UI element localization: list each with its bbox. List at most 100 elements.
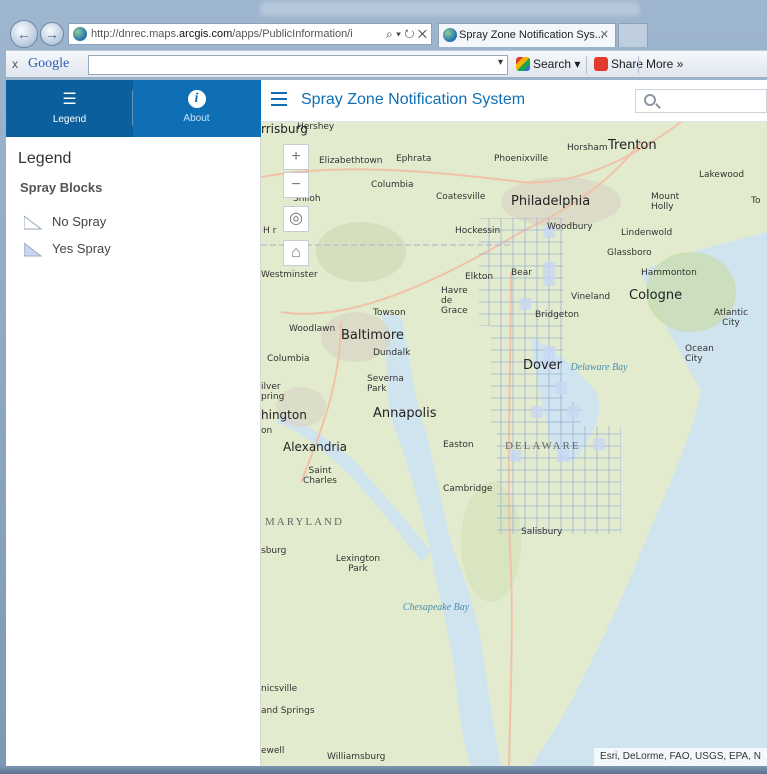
- google-toolbar: x Google ▾ Search ▾ Share More »: [6, 50, 767, 78]
- legend-label: No Spray: [52, 214, 107, 229]
- map-label: Mount Holly: [651, 192, 680, 212]
- share-icon: [594, 57, 608, 71]
- map-label: rrisburg: [261, 122, 308, 136]
- chevron-down-icon[interactable]: ▾: [498, 57, 503, 68]
- map-label: Salisbury: [521, 527, 563, 537]
- locate-icon: ◎: [289, 210, 303, 227]
- map-label: Glassboro: [607, 248, 652, 258]
- tab-legend-label: Legend: [52, 114, 87, 125]
- map-label: Chesapeake Bay: [402, 602, 470, 613]
- map-label: Phoenixville: [494, 154, 549, 164]
- map-view[interactable]: Hershey rrisburg Trenton Horsham Elizabe…: [261, 122, 767, 766]
- map-label: Elizabethtown: [319, 156, 383, 166]
- map-label: Westminster: [261, 270, 318, 280]
- menu-icon[interactable]: [271, 92, 287, 106]
- map-label: To: [751, 196, 761, 206]
- tab-close-icon[interactable]: ✕: [600, 24, 609, 46]
- map-label: Saint Charles: [303, 466, 337, 486]
- map-label: Lexington Park: [335, 554, 381, 574]
- map-label: Ocean City: [685, 344, 714, 364]
- map-label: Alexandria: [283, 440, 348, 454]
- map-label: Bear: [511, 268, 532, 278]
- map-label: Hockessin: [455, 226, 501, 236]
- map-label: Severna Park: [367, 374, 404, 394]
- map-label: Woodbury: [547, 222, 593, 232]
- window-title-bar: [260, 2, 640, 16]
- google-search-icon: [516, 57, 530, 71]
- map-attribution: Esri, DeLorme, FAO, USGS, EPA, N: [594, 748, 767, 766]
- map-label: hington: [261, 408, 307, 422]
- new-tab-button[interactable]: [618, 23, 648, 47]
- map-label: ilver pring: [261, 382, 285, 402]
- search-input[interactable]: [635, 89, 767, 113]
- map-label: Horsham: [567, 143, 608, 153]
- google-search-label: Search: [533, 57, 572, 71]
- tab-spray-zone[interactable]: Spray Zone Notification Sys... ✕: [438, 23, 616, 47]
- google-logo: Google: [28, 56, 70, 71]
- site-globe-icon: [73, 27, 87, 41]
- toolbar-close-button[interactable]: x: [12, 57, 18, 71]
- google-search-input[interactable]: ▾: [88, 55, 508, 75]
- yes-spray-swatch: [24, 242, 42, 257]
- home-icon: ⌂: [291, 244, 301, 261]
- sidebar-tabs: ☰ Legend i About: [6, 80, 261, 137]
- map-label: ewell: [261, 746, 285, 756]
- map-label: H r: [263, 226, 277, 236]
- map-label: Williamsburg: [327, 752, 386, 762]
- toolbar-divider: [638, 56, 639, 74]
- tab-legend[interactable]: ☰ Legend: [6, 80, 133, 137]
- tab-about-label: About: [183, 113, 210, 124]
- map-label: Philadelphia: [511, 194, 591, 209]
- map-label: nicsville: [261, 684, 298, 694]
- map-label: Baltimore: [341, 328, 404, 343]
- map-label: Cologne: [629, 288, 683, 303]
- address-tools[interactable]: ⌕ ▾ ↻ ✕: [386, 24, 427, 44]
- map-label: MARYLAND: [265, 516, 344, 528]
- map-label: Dundalk: [373, 348, 411, 358]
- zoom-out-button[interactable]: −: [283, 172, 309, 198]
- locate-button[interactable]: ◎: [283, 206, 309, 232]
- info-icon: i: [187, 90, 206, 108]
- app-header: Spray Zone Notification System: [261, 80, 767, 122]
- map-label: Vineland: [571, 292, 611, 302]
- map-label: Hammonton: [641, 268, 697, 278]
- map-label: on: [261, 426, 273, 436]
- window-bottom-border: [0, 766, 767, 774]
- legend-label: Yes Spray: [52, 241, 111, 256]
- map-label: Trenton: [608, 138, 657, 153]
- share-button[interactable]: Share: [594, 57, 643, 71]
- search-icon: [644, 94, 656, 106]
- map-label: Ephrata: [396, 154, 432, 164]
- tab-about[interactable]: i About: [133, 80, 260, 137]
- list-icon: ☰: [62, 91, 77, 108]
- toolbar-divider: [586, 56, 587, 74]
- address-row: ← → http://dnrec.maps.arcgis.com/apps/Pu…: [6, 20, 767, 48]
- map-label: Easton: [443, 440, 474, 450]
- map-label: Lindenwold: [621, 228, 673, 238]
- map-label: DELAWARE: [505, 440, 581, 452]
- back-button[interactable]: ←: [10, 20, 38, 48]
- home-button[interactable]: ⌂: [283, 240, 309, 266]
- map-label: Columbia: [371, 180, 414, 190]
- map-label: Dover: [523, 358, 562, 373]
- tab-globe-icon: [443, 28, 457, 42]
- tab-label: Spray Zone Notification Sys...: [459, 29, 604, 41]
- google-search-button[interactable]: Search ▾: [516, 57, 580, 71]
- map-label: Delaware Bay: [570, 362, 628, 373]
- address-bar[interactable]: http://dnrec.maps.arcgis.com/apps/Public…: [68, 23, 432, 45]
- map-label: Annapolis: [373, 406, 437, 421]
- more-button[interactable]: More »: [646, 57, 683, 71]
- zoom-in-button[interactable]: +: [283, 144, 309, 170]
- no-spray-swatch: [24, 215, 42, 230]
- layer-title: Spray Blocks: [20, 180, 103, 195]
- address-host: arcgis.com: [179, 28, 233, 40]
- sidebar: ☰ Legend i About Legend Spray Blocks No …: [6, 80, 261, 766]
- forward-button[interactable]: →: [40, 22, 64, 46]
- address-prefix: http://dnrec.maps.: [91, 28, 180, 40]
- legend-heading: Legend: [18, 150, 72, 167]
- chevron-down-icon: ▾: [574, 57, 581, 71]
- map-label: Bridgeton: [535, 310, 580, 320]
- browser-window: ← → http://dnrec.maps.arcgis.com/apps/Pu…: [0, 0, 767, 774]
- map-label: Coatesville: [436, 192, 486, 202]
- map-label: Towson: [373, 308, 406, 318]
